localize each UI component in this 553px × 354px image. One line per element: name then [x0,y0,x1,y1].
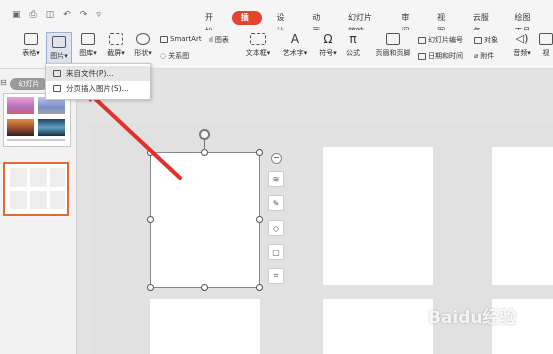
paged-image-icon [53,85,61,92]
annotation-arrow [72,76,182,180]
image-file-icon [53,70,61,77]
menu-item-paged-insert[interactable]: 分页插入图片(S)... [46,81,150,96]
picture-dropdown-menu: 来自文件(P)... 分页插入图片(S)... [45,63,151,100]
menu-item-from-file[interactable]: 来自文件(P)... [46,66,150,81]
watermark: Baidu经验 [428,308,517,328]
